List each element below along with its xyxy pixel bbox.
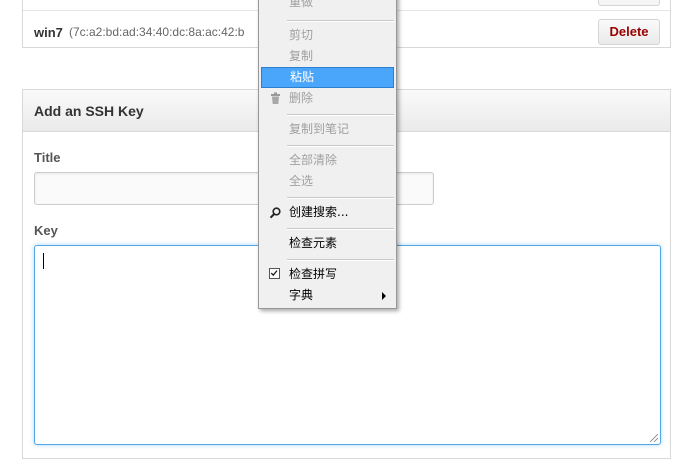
- menu-item-clear-all[interactable]: 全部清除: [261, 150, 394, 171]
- menu-item-create-search[interactable]: 创建搜索...: [261, 202, 394, 223]
- menu-item-copy[interactable]: 复制: [261, 46, 394, 67]
- menu-item-select-all[interactable]: 全选: [261, 171, 394, 192]
- context-menu: 重做 剪切 复制 粘贴 删除 复制到笔记 全部清除 全选 创建搜索... 检查元…: [258, 0, 397, 309]
- menu-item-label: 剪切: [289, 28, 314, 42]
- menu-item-spellcheck[interactable]: 检查拼写: [261, 264, 394, 285]
- key-fingerprint: (7c:a2:bd:ad:34:40:dc:8a:ac:42:b: [69, 25, 245, 39]
- menu-item-label: 删除: [289, 91, 314, 105]
- trash-icon: [271, 92, 280, 104]
- menu-item-cut[interactable]: 剪切: [261, 25, 394, 46]
- menu-item-label: 检查元素: [289, 236, 338, 250]
- menu-separator: [287, 114, 394, 116]
- partial-button[interactable]: [598, 0, 660, 6]
- menu-separator: [287, 145, 394, 147]
- menu-item-inspect-element[interactable]: 检查元素: [261, 233, 394, 254]
- menu-item-label: 重做: [289, 0, 314, 9]
- checkbox-checked-icon: [269, 268, 280, 279]
- search-icon: [269, 207, 281, 219]
- menu-item-copy-to-note[interactable]: 复制到笔记: [261, 119, 394, 140]
- menu-item-paste[interactable]: 粘贴: [261, 67, 394, 88]
- menu-item-label: 粘贴: [290, 70, 315, 84]
- menu-item-label: 创建搜索...: [289, 205, 349, 219]
- checkmark-icon: [270, 270, 278, 277]
- menu-item-redo[interactable]: 重做: [261, 0, 394, 13]
- text-caret: [43, 253, 44, 269]
- menu-item-label: 检查拼写: [289, 267, 338, 281]
- resize-grip-icon[interactable]: [650, 434, 658, 442]
- menu-item-label: 复制到笔记: [289, 122, 350, 136]
- delete-key-button[interactable]: Delete: [598, 19, 660, 45]
- menu-item-label: 字典: [289, 288, 314, 302]
- menu-item-dictionary[interactable]: 字典: [261, 285, 394, 306]
- menu-separator: [287, 228, 394, 230]
- menu-item-delete[interactable]: 删除: [261, 88, 394, 109]
- menu-separator: [287, 259, 394, 261]
- menu-item-label: 全部清除: [289, 153, 338, 167]
- menu-item-label: 复制: [289, 49, 314, 63]
- key-name: win7: [34, 25, 63, 40]
- submenu-arrow-icon: [382, 292, 386, 300]
- menu-separator: [287, 197, 394, 199]
- menu-separator: [287, 20, 394, 22]
- menu-item-label: 全选: [289, 174, 314, 188]
- key-label: Key: [34, 223, 58, 238]
- title-label: Title: [34, 150, 61, 165]
